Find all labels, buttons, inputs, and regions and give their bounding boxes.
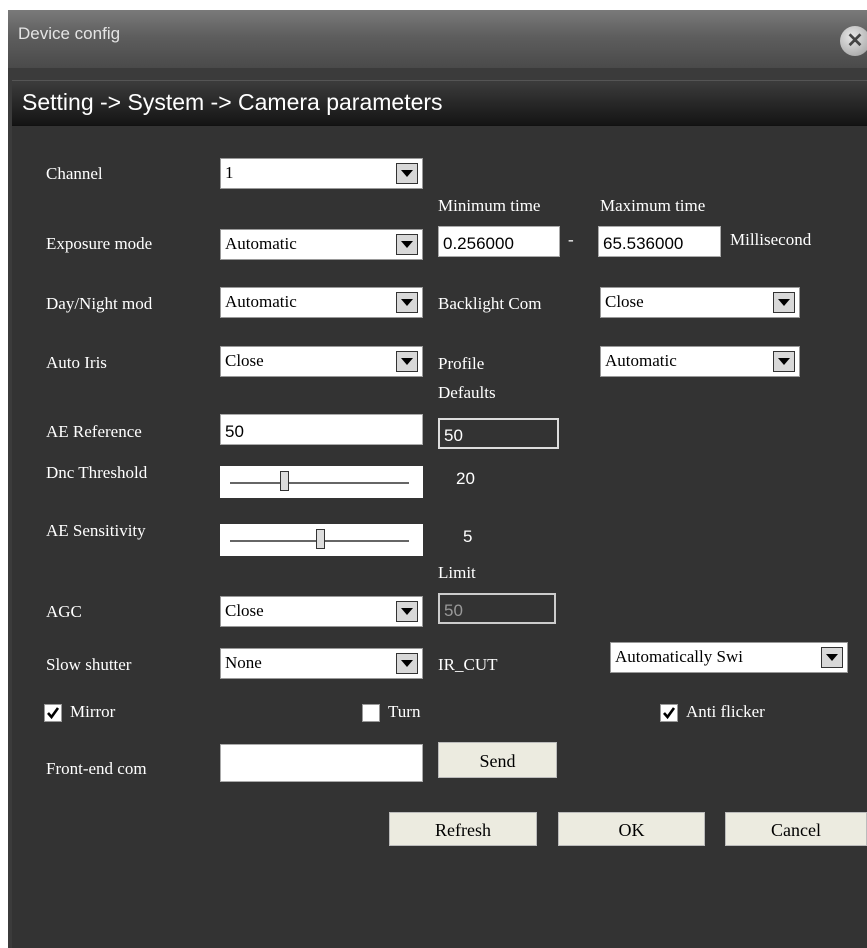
- front-end-com-label: Front-end com: [46, 759, 147, 778]
- send-button[interactable]: Send: [438, 742, 557, 778]
- channel-label: Channel: [46, 164, 103, 183]
- ae-reference-label: AE Reference: [46, 422, 142, 441]
- day-night-mode-value: Automatic: [225, 292, 297, 311]
- slider-track: [230, 482, 409, 484]
- ir-cut-select[interactable]: Automatically Swi: [610, 642, 848, 673]
- chevron-down-icon[interactable]: [396, 351, 418, 372]
- limit-label: Limit: [438, 563, 476, 582]
- ae-reference-input[interactable]: [220, 414, 423, 445]
- channel-value: 1: [225, 163, 234, 182]
- slider-thumb[interactable]: [315, 529, 325, 549]
- agc-value: Close: [225, 601, 264, 620]
- profile-select[interactable]: Automatic: [600, 346, 800, 377]
- checkmark-icon: [663, 707, 676, 720]
- slow-shutter-value: None: [225, 653, 262, 672]
- profile-label: Profile: [438, 354, 485, 373]
- chevron-down-icon[interactable]: [773, 351, 795, 372]
- chevron-down-icon[interactable]: [396, 292, 418, 313]
- slider-thumb[interactable]: [279, 471, 289, 491]
- backlight-value: Close: [605, 292, 644, 311]
- backlight-label: Backlight Com: [438, 294, 542, 313]
- profile-value: Automatic: [605, 351, 677, 370]
- ae-sensitivity-value: 5: [463, 527, 473, 546]
- chevron-down-icon[interactable]: [773, 292, 795, 313]
- camera-parameters-panel: Channel 1 Minimum time Maximum time Expo…: [12, 126, 867, 948]
- millisecond-unit-label: Millisecond: [730, 230, 812, 249]
- exposure-mode-value: Automatic: [225, 234, 297, 253]
- ae-sensitivity-slider[interactable]: [220, 524, 423, 556]
- title-bar: Device config ✕: [8, 10, 867, 68]
- dnc-threshold-slider[interactable]: [220, 466, 423, 498]
- chevron-down-icon[interactable]: [396, 234, 418, 255]
- minimum-time-label: Minimum time: [438, 196, 541, 215]
- backlight-select[interactable]: Close: [600, 287, 800, 318]
- exposure-mode-label: Exposure mode: [46, 234, 153, 253]
- exposure-mode-select[interactable]: Automatic: [220, 229, 423, 260]
- turn-label: Turn: [388, 702, 421, 721]
- minimum-time-input[interactable]: [438, 226, 560, 257]
- device-config-window: Device config ✕ Setting -> System -> Cam…: [8, 10, 867, 948]
- ae-reference-defaults-input[interactable]: [438, 418, 559, 449]
- defaults-label: Defaults: [438, 383, 496, 402]
- maximum-time-label: Maximum time: [600, 196, 706, 215]
- close-icon[interactable]: ✕: [840, 26, 867, 56]
- turn-checkbox[interactable]: [362, 704, 380, 722]
- range-dash: -: [568, 230, 574, 249]
- slow-shutter-label: Slow shutter: [46, 655, 132, 674]
- refresh-button[interactable]: Refresh: [389, 812, 537, 846]
- dnc-threshold-label: Dnc Threshold: [46, 464, 148, 482]
- window-title: Device config: [18, 24, 121, 43]
- breadcrumb: Setting -> System -> Camera parameters: [12, 80, 867, 126]
- dnc-threshold-value: 20: [456, 469, 475, 488]
- channel-select[interactable]: 1: [220, 158, 423, 189]
- agc-select[interactable]: Close: [220, 596, 423, 627]
- ir-cut-label: IR_CUT: [438, 655, 498, 674]
- anti-flicker-label: Anti flicker: [686, 702, 765, 721]
- auto-iris-select[interactable]: Close: [220, 346, 423, 377]
- mirror-label: Mirror: [70, 702, 116, 721]
- ok-button[interactable]: OK: [558, 812, 705, 846]
- chevron-down-icon[interactable]: [396, 601, 418, 622]
- ae-sensitivity-label: AE Sensitivity: [46, 522, 146, 540]
- day-night-mode-label: Day/Night mod: [46, 294, 153, 313]
- agc-label: AGC: [46, 602, 82, 621]
- auto-iris-label: Auto Iris: [46, 353, 107, 372]
- cancel-button[interactable]: Cancel: [725, 812, 867, 846]
- front-end-com-input[interactable]: [220, 744, 423, 782]
- checkmark-icon: [47, 707, 60, 720]
- slow-shutter-select[interactable]: None: [220, 648, 423, 679]
- agc-limit-input: [438, 593, 556, 624]
- maximum-time-input[interactable]: [598, 226, 721, 257]
- auto-iris-value: Close: [225, 351, 264, 370]
- ir-cut-value: Automatically Swi: [615, 647, 743, 666]
- chevron-down-icon[interactable]: [821, 647, 843, 668]
- breadcrumb-text: Setting -> System -> Camera parameters: [22, 89, 443, 115]
- anti-flicker-checkbox[interactable]: [660, 704, 678, 722]
- mirror-checkbox[interactable]: [44, 704, 62, 722]
- chevron-down-icon[interactable]: [396, 163, 418, 184]
- chevron-down-icon[interactable]: [396, 653, 418, 674]
- day-night-mode-select[interactable]: Automatic: [220, 287, 423, 318]
